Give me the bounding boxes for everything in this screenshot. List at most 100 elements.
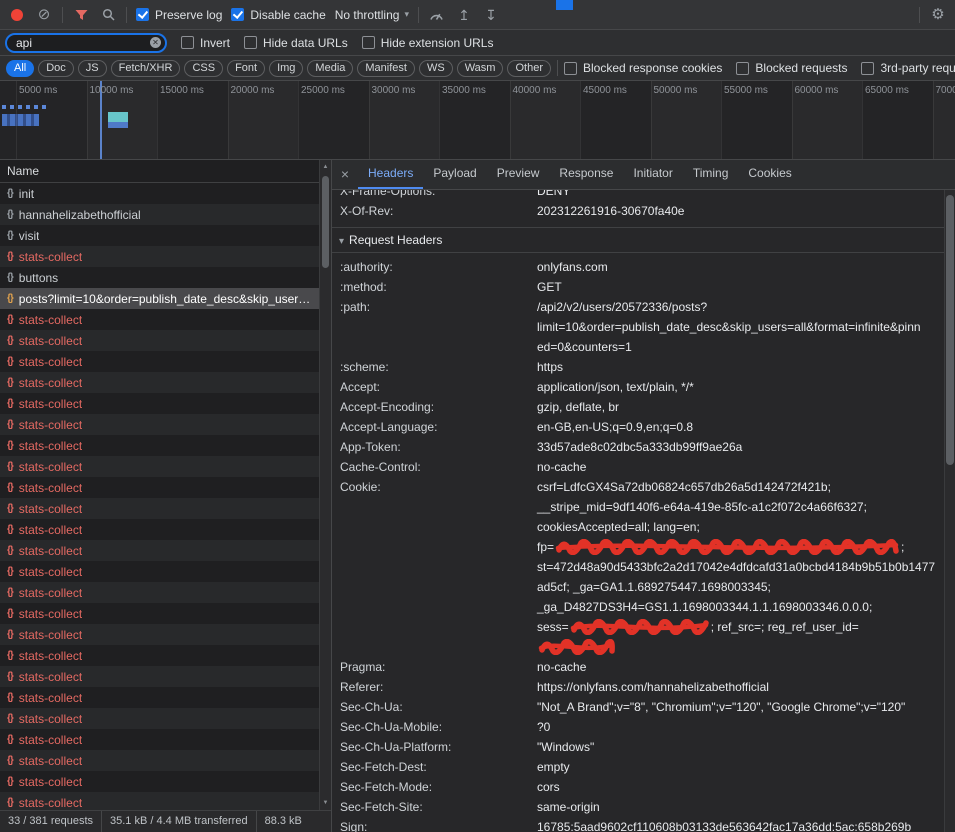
request-row[interactable]: {}stats-collect	[0, 351, 319, 372]
timeline-overview[interactable]: 5000 ms10000 ms15000 ms20000 ms25000 ms3…	[0, 81, 955, 160]
request-row[interactable]: {}stats-collect	[0, 414, 319, 435]
request-row[interactable]: {}stats-collect	[0, 372, 319, 393]
waterfall-activity-early	[2, 105, 46, 109]
record-button[interactable]	[8, 6, 26, 24]
file-icon: {}	[7, 545, 13, 556]
header-value-line: empty	[537, 757, 938, 777]
hide-extension-urls-checkbox[interactable]: Hide extension URLs	[362, 36, 494, 50]
request-row[interactable]: {}stats-collect	[0, 519, 319, 540]
scrollbar-thumb[interactable]	[322, 176, 329, 268]
request-row[interactable]: {}stats-collect	[0, 771, 319, 792]
request-row[interactable]: {}stats-collect	[0, 729, 319, 750]
close-icon[interactable]: ×	[332, 160, 358, 189]
request-row[interactable]: {}stats-collect	[0, 330, 319, 351]
timeline-label: 45000 ms	[583, 85, 627, 96]
name-column-header[interactable]: Name	[0, 160, 319, 183]
type-chip-css[interactable]: CSS	[184, 60, 223, 77]
disable-cache-checkbox[interactable]: Disable cache	[231, 8, 325, 22]
request-row[interactable]: {}stats-collect	[0, 456, 319, 477]
timeline-label: 55000 ms	[724, 85, 768, 96]
tab-cookies[interactable]: Cookies	[738, 160, 801, 189]
type-chip-media[interactable]: Media	[307, 60, 353, 77]
type-chip-font[interactable]: Font	[227, 60, 265, 77]
type-chip-fetch-xhr[interactable]: Fetch/XHR	[111, 60, 181, 77]
type-chip-wasm[interactable]: Wasm	[457, 60, 504, 77]
export-har-button[interactable]: ↧	[482, 6, 500, 24]
request-row[interactable]: {}stats-collect	[0, 561, 319, 582]
throttling-select[interactable]: No throttling ▾	[335, 8, 409, 22]
tab-response[interactable]: Response	[549, 160, 623, 189]
request-row[interactable]: {}stats-collect	[0, 435, 319, 456]
tab-payload[interactable]: Payload	[423, 160, 486, 189]
request-row[interactable]: {}stats-collect	[0, 498, 319, 519]
request-row[interactable]: {}hannahelizabethofficial	[0, 204, 319, 225]
request-row[interactable]: {}posts?limit=10&order=publish_date_desc…	[0, 288, 319, 309]
checkbox-3rd-party-requests[interactable]: 3rd-party requests	[861, 61, 955, 75]
request-row[interactable]: {}stats-collect	[0, 666, 319, 687]
request-row[interactable]: {} stats-collect	[0, 246, 319, 267]
request-row[interactable]: {}stats-collect	[0, 582, 319, 603]
request-name: init	[19, 187, 34, 201]
preserve-log-checkbox[interactable]: Preserve log	[136, 8, 222, 22]
request-row[interactable]: {}init	[0, 183, 319, 204]
request-row[interactable]: {}stats-collect	[0, 393, 319, 414]
tab-preview[interactable]: Preview	[487, 160, 550, 189]
filter-button[interactable]	[72, 6, 90, 24]
header-value-line: cors	[537, 777, 938, 797]
request-row[interactable]: {} stats-collect	[0, 540, 319, 561]
request-row[interactable]: {}stats-collect	[0, 750, 319, 771]
checkbox-unchecked-icon	[181, 36, 194, 49]
search-button[interactable]	[99, 6, 117, 24]
chips-divider	[557, 60, 558, 76]
invert-checkbox[interactable]: Invert	[181, 36, 230, 50]
request-name: stats-collect	[19, 250, 82, 264]
request-name: stats-collect	[19, 544, 82, 558]
type-chip-all[interactable]: All	[6, 60, 34, 77]
request-row[interactable]: {}stats-collect	[0, 645, 319, 666]
request-row[interactable]: {}stats-collect	[0, 309, 319, 330]
scrollbar-thumb[interactable]	[946, 195, 954, 465]
header-value: no-cache	[537, 457, 944, 477]
network-conditions-button[interactable]	[428, 6, 446, 24]
checkbox-blocked-response-cookies[interactable]: Blocked response cookies	[564, 61, 722, 75]
type-chip-img[interactable]: Img	[269, 60, 303, 77]
details-scrollbar[interactable]	[944, 190, 955, 832]
redaction-scribble	[555, 539, 900, 555]
header-value-line: limit=10&order=publish_date_desc&skip_us…	[537, 317, 938, 337]
type-chip-js[interactable]: JS	[78, 60, 107, 77]
type-chip-doc[interactable]: Doc	[38, 60, 74, 77]
request-row[interactable]: {}stats-collect	[0, 792, 319, 810]
scroll-up-icon[interactable]: ▲	[320, 161, 331, 173]
request-row[interactable]: {}visit	[0, 225, 319, 246]
scroll-down-icon[interactable]: ▼	[320, 797, 331, 809]
request-row[interactable]: {} stats-collect	[0, 477, 319, 498]
request-row[interactable]: {}stats-collect	[0, 708, 319, 729]
request-name: stats-collect	[19, 481, 82, 495]
requests-scrollbar[interactable]: ▲ ▼	[319, 160, 331, 810]
header-name: X-Frame-Options:	[332, 190, 537, 201]
checkbox-blocked-requests[interactable]: Blocked requests	[736, 61, 847, 75]
file-icon: {}	[7, 734, 13, 745]
header-value-line: no-cache	[537, 657, 938, 677]
request-row[interactable]: {}stats-collect	[0, 624, 319, 645]
request-row[interactable]: {}buttons	[0, 267, 319, 288]
file-icon: {}	[7, 482, 13, 493]
type-chip-manifest[interactable]: Manifest	[357, 60, 415, 77]
request-row[interactable]: {}stats-collect	[0, 687, 319, 708]
request-headers-section[interactable]: ▾Request Headers	[332, 227, 944, 253]
type-chip-other[interactable]: Other	[507, 60, 551, 77]
tab-initiator[interactable]: Initiator	[623, 160, 682, 189]
import-har-button[interactable]: ↥	[455, 6, 473, 24]
file-icon: {}	[7, 251, 13, 262]
tab-timing[interactable]: Timing	[683, 160, 739, 189]
settings-button[interactable]: ⚙	[929, 6, 947, 24]
clear-filter-icon[interactable]: ✕	[150, 37, 161, 48]
filter-input[interactable]	[7, 36, 165, 50]
clear-button[interactable]: ⊘	[35, 6, 53, 24]
type-chip-ws[interactable]: WS	[419, 60, 453, 77]
tab-headers[interactable]: Headers	[358, 160, 423, 189]
request-row[interactable]: {}stats-collect	[0, 603, 319, 624]
hide-data-urls-checkbox[interactable]: Hide data URLs	[244, 36, 348, 50]
headers-content: X-Frame-Options:DENYX-Of-Rev:20231226191…	[332, 190, 944, 832]
type-filter-bar: AllDocJSFetch/XHRCSSFontImgMediaManifest…	[0, 56, 955, 81]
